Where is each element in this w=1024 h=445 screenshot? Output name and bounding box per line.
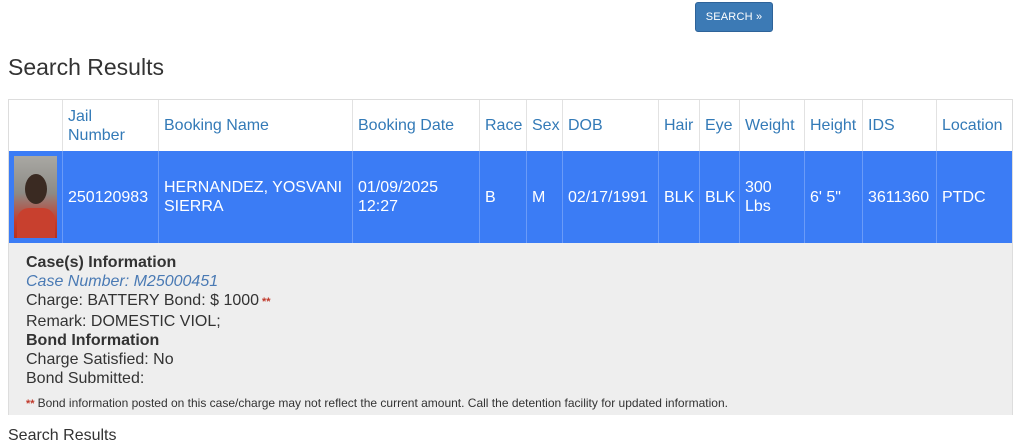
column-header-photo (9, 100, 63, 151)
page-title: Search Results (8, 54, 164, 80)
charge-satisfied-line: Charge Satisfied: No (26, 351, 174, 368)
charge-line: Charge: BATTERY Bond: $ 1000 ** (26, 291, 995, 312)
column-header-eye[interactable]: Eye (700, 100, 740, 151)
column-header-jail-number[interactable]: Jail Number (63, 100, 159, 151)
ids-cell: 3611360 (863, 151, 937, 243)
column-header-ids[interactable]: IDS (863, 100, 937, 151)
search-button[interactable]: SEARCH » (695, 2, 773, 32)
disclaimer-asterisk: ** (26, 398, 35, 410)
table-header: Jail Number Booking Name Booking Date Ra… (9, 100, 1012, 151)
height-cell: 6' 5" (805, 151, 863, 243)
case-details-panel: Case(s) Information Case Number: M250004… (9, 243, 1012, 415)
column-header-height[interactable]: Height (805, 100, 863, 151)
bond-disclaimer: ** Bond information posted on this case/c… (26, 394, 995, 414)
column-header-sex[interactable]: Sex (527, 100, 563, 151)
table-row[interactable]: 250120983 HERNANDEZ, YOSVANI SIERRA 01/0… (9, 151, 1012, 243)
bond-submitted-line: Bond Submitted: (26, 370, 145, 387)
footer-search-results-label: Search Results (8, 427, 117, 444)
booking-photo[interactable] (14, 156, 57, 238)
charge-text: Charge: BATTERY Bond: $ 1000 (26, 292, 260, 309)
photo-cell[interactable] (9, 151, 63, 243)
column-header-hair[interactable]: Hair (659, 100, 700, 151)
remark-line: Remark: DOMESTIC VIOL; (26, 313, 221, 330)
hair-cell: BLK (659, 151, 700, 243)
booking-name-cell: HERNANDEZ, YOSVANI SIERRA (159, 151, 353, 243)
disclaimer-text: Bond information posted on this case/cha… (37, 396, 728, 410)
race-cell: B (480, 151, 527, 243)
dob-cell: 02/17/1991 (563, 151, 659, 243)
weight-cell: 300 Lbs (740, 151, 805, 243)
location-cell: PTDC (942, 188, 986, 206)
column-header-weight[interactable]: Weight (740, 100, 805, 151)
column-header-location[interactable]: Location (937, 100, 1012, 151)
jail-number-cell: 250120983 (63, 151, 159, 243)
case-number-link[interactable]: Case Number: M25000451 (26, 272, 995, 291)
cases-heading: Case(s) Information (26, 254, 177, 271)
column-header-booking-name[interactable]: Booking Name (159, 100, 353, 151)
column-header-booking-date[interactable]: Booking Date (353, 100, 480, 151)
eye-cell: BLK (700, 151, 740, 243)
booking-date-cell: 01/09/2025 12:27 (353, 151, 480, 243)
bond-asterisk: ** (262, 296, 271, 308)
results-table: Jail Number Booking Name Booking Date Ra… (8, 99, 1013, 415)
bond-heading: Bond Information (26, 332, 160, 349)
column-header-race[interactable]: Race (480, 100, 527, 151)
sex-cell: M (527, 151, 563, 243)
column-header-dob[interactable]: DOB (563, 100, 659, 151)
